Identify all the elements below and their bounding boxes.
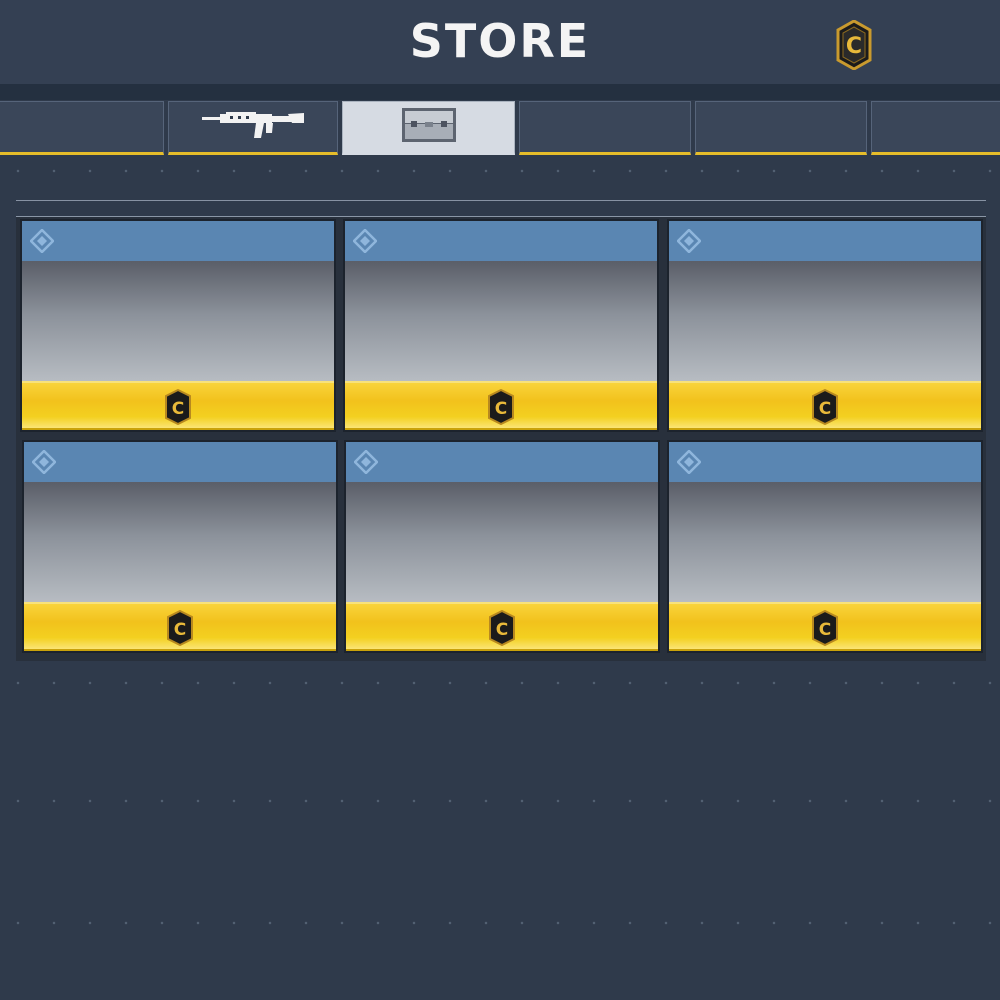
svg-text:C: C [172, 399, 184, 419]
decor-dots [0, 798, 1000, 804]
item-preview [669, 261, 981, 381]
diamond-badge-icon [354, 450, 378, 474]
tab-strip-divider [0, 84, 1000, 100]
store-item-card[interactable]: C [20, 219, 336, 432]
assault-rifle-icon [200, 108, 306, 146]
decor-dots [0, 168, 1000, 174]
item-preview [346, 482, 658, 602]
store-item-card[interactable]: C [343, 219, 659, 432]
cod-points-coin-icon: C [166, 609, 194, 650]
svg-text:C: C [496, 620, 508, 640]
svg-text:C: C [174, 620, 186, 640]
store-item-card[interactable]: C [344, 440, 660, 653]
diamond-badge-icon [32, 450, 56, 474]
item-preview [345, 261, 657, 381]
svg-text:C: C [819, 399, 831, 419]
decor-dots [0, 920, 1000, 926]
store-item-card[interactable]: C [22, 440, 338, 653]
cod-points-coin-icon: C [811, 388, 839, 429]
svg-text:C: C [819, 620, 831, 640]
section-divider [16, 200, 986, 201]
tab-5[interactable] [695, 101, 867, 155]
tab-1[interactable] [0, 101, 164, 155]
diamond-badge-icon [677, 450, 701, 474]
tab-weapons[interactable] [168, 101, 338, 155]
top-bar: STORE C [0, 0, 1000, 84]
tab-crates[interactable] [342, 101, 515, 155]
item-preview [669, 482, 981, 602]
buy-button[interactable]: C [669, 602, 981, 651]
store-item-card[interactable]: C [667, 219, 983, 432]
buy-button[interactable]: C [669, 381, 981, 430]
item-preview [22, 261, 334, 381]
card-header [669, 442, 981, 482]
card-header [22, 221, 334, 261]
cod-points-coin-icon[interactable]: C [836, 19, 872, 71]
tab-6[interactable] [871, 101, 1000, 155]
svg-text:C: C [846, 34, 862, 59]
card-header [345, 221, 657, 261]
store-item-card[interactable]: C [667, 440, 983, 653]
diamond-badge-icon [353, 229, 377, 253]
cod-points-coin-icon: C [164, 388, 192, 429]
cod-points-coin-icon: C [487, 388, 515, 429]
card-header [24, 442, 336, 482]
buy-button[interactable]: C [22, 381, 334, 430]
buy-button[interactable]: C [346, 602, 658, 651]
diamond-badge-icon [677, 229, 701, 253]
diamond-badge-icon [30, 229, 54, 253]
cod-points-coin-icon: C [811, 609, 839, 650]
card-header [346, 442, 658, 482]
svg-text:C: C [495, 399, 507, 419]
item-preview [24, 482, 336, 602]
card-header [669, 221, 981, 261]
decor-dots [0, 680, 1000, 686]
buy-button[interactable]: C [345, 381, 657, 430]
tab-4[interactable] [519, 101, 691, 155]
buy-button[interactable]: C [24, 602, 336, 651]
crate-icon [401, 107, 457, 147]
cod-points-coin-icon: C [488, 609, 516, 650]
